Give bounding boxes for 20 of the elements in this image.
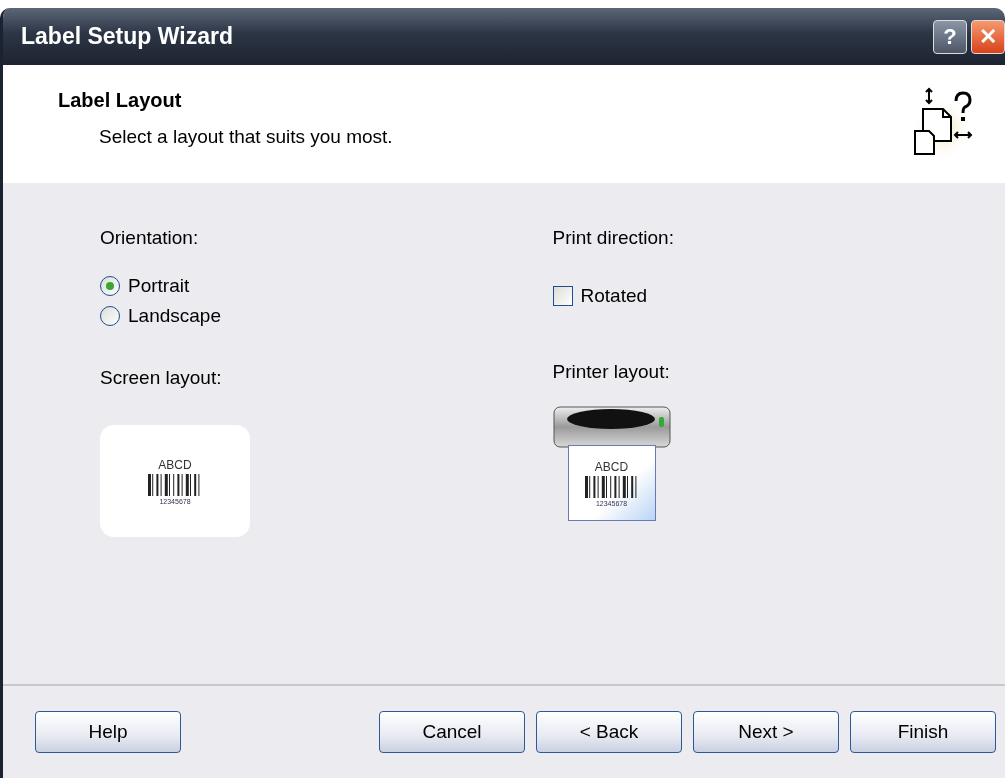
checkbox-option[interactable]: Rotated [552,285,648,307]
orientation-label: Orientation: [100,227,199,249]
help-button[interactable]: ? [933,19,967,54]
wizard-button[interactable]: Finish [850,711,996,753]
printer-layout-label: Printer layout: [552,361,670,383]
screen-layout-label: Screen layout: [100,367,222,389]
wizard-button[interactable]: Next > [693,711,839,753]
barcode-icon [584,475,639,498]
help-button[interactable]: Help [35,711,181,753]
radio-option[interactable]: Portrait [100,275,221,297]
wizard-button[interactable]: Cancel [379,711,525,753]
page-subtitle: Select a layout that suits you most. [99,125,393,148]
preview-title: ABCD [594,459,629,474]
barcode-icon [148,473,202,496]
page-title: Label Layout [58,88,183,112]
window-title: Label Setup Wizard [21,23,233,50]
wizard-button[interactable]: < Back [536,711,682,753]
radio-option[interactable]: Landscape [100,305,221,327]
preview-title: ABCD [158,457,192,472]
print-direction-label: Print direction: [552,227,674,249]
